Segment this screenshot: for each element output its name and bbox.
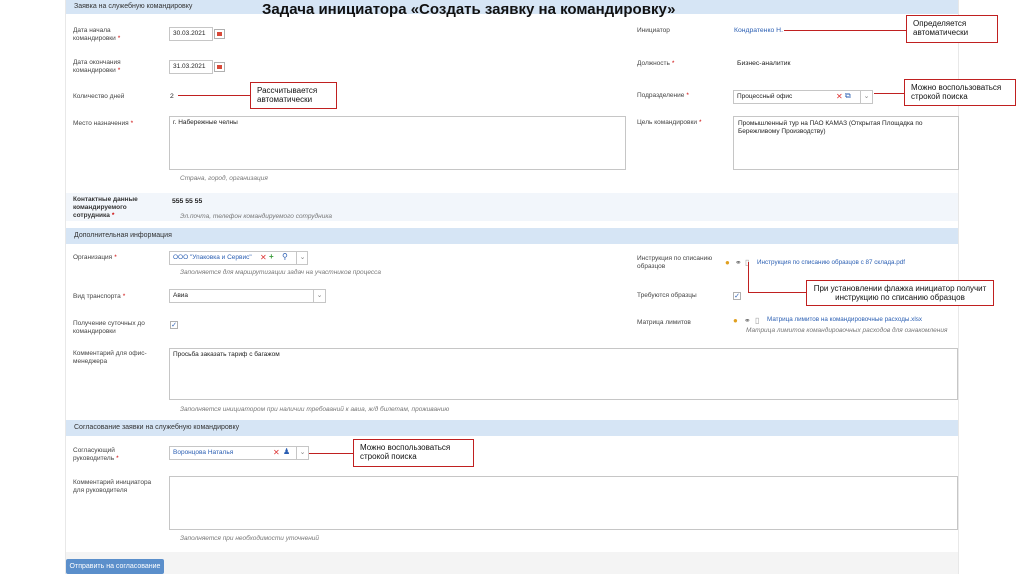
days-value: 2	[170, 93, 174, 100]
callout-auto-initiator: Определяется автоматически	[906, 15, 998, 43]
callout-search-department: Можно воспользоваться строкой поиска	[904, 79, 1016, 106]
start-date-label: Дата начала командировки *	[73, 27, 121, 42]
callout-arrow	[748, 292, 806, 293]
transport-select[interactable]: Авиа	[169, 289, 326, 303]
limits-file-link[interactable]: Матрица лимитов на командировочные расхо…	[767, 316, 922, 323]
samples-label: Требуются образцы	[637, 292, 697, 299]
add-icon[interactable]: +	[269, 252, 274, 261]
section-approval-label: Согласование заявки на служебную команди…	[74, 424, 240, 431]
lock-icon: ●	[733, 316, 738, 325]
clear-icon[interactable]: ✕	[260, 253, 267, 262]
org-label: Организация *	[73, 254, 117, 261]
contacts-value[interactable]: 555 55 55	[172, 198, 202, 205]
per-diem-checkbox[interactable]: ✓	[170, 321, 178, 329]
callout-arrow	[784, 30, 906, 31]
start-date-input[interactable]: 30.03.2021	[169, 27, 213, 41]
per-diem-label: Получение суточных до командировки	[73, 320, 145, 335]
initiator-label: Инициатор	[637, 27, 670, 34]
callout-auto-days: Рассчитывается автоматически	[250, 82, 337, 109]
samples-checkbox[interactable]: ✓	[733, 292, 741, 300]
section-trip-request-label: Заявка на служебную командировку	[74, 3, 193, 10]
user-icon[interactable]: ♟	[283, 447, 290, 456]
search-icon[interactable]: ⚲	[282, 252, 288, 261]
days-label: Количество дней	[73, 93, 125, 100]
org-structure-icon[interactable]: ⧉	[845, 91, 851, 100]
clear-icon[interactable]: ✕	[273, 448, 280, 457]
end-date-input[interactable]: 31.03.2021	[169, 60, 213, 74]
instruction-label: Инструкция по списанию образцов	[637, 255, 713, 270]
office-comment-hint: Заполняется инициатором при наличии треб…	[180, 406, 450, 413]
callout-search-manager: Можно воспользоваться строкой поиска	[353, 439, 474, 467]
transport-label: Вид транспорта *	[73, 293, 126, 300]
initiator-link[interactable]: Кондратенко Н.	[734, 27, 783, 34]
limits-hint: Матрица лимитов командировочных расходов…	[746, 327, 948, 334]
paperclip-icon[interactable]: ⚭	[744, 316, 751, 325]
org-hint: Заполняется для маршрутизации задач на у…	[180, 269, 381, 276]
calendar-icon[interactable]	[214, 29, 225, 39]
limits-label: Матрица лимитов	[637, 319, 691, 326]
destination-label: Место назначения *	[73, 120, 134, 127]
office-comment-textarea[interactable]: Просьба заказать тариф с багажом	[169, 348, 958, 400]
file-icon: ▯	[755, 316, 760, 325]
chevron-down-icon[interactable]: ⌄	[313, 289, 325, 303]
purpose-label: Цель командировки *	[637, 119, 702, 126]
footer-band	[66, 552, 958, 574]
department-select[interactable]: Процессный офис	[733, 90, 873, 104]
section-approval: Согласование заявки на служебную команди…	[66, 420, 958, 436]
chevron-down-icon[interactable]: ⌄	[860, 90, 872, 104]
contacts-hint: Эл.почта, телефон командируемого сотрудн…	[180, 213, 333, 220]
clear-icon[interactable]: ✕	[836, 92, 843, 101]
instruction-file-link[interactable]: Инструкция по списанию образцов с 87 скл…	[757, 259, 905, 266]
office-comment-label: Комментарий для офис-менеджера	[73, 350, 147, 365]
manager-comment-hint: Заполняется при необходимости уточнений	[180, 535, 320, 542]
callout-samples-flag: При установлении флажка инициатор получи…	[806, 280, 994, 306]
manager-label: Согласующий руководитель *	[73, 447, 119, 462]
callout-arrow	[178, 95, 250, 96]
contacts-label: Контактные данные командируемого сотрудн…	[73, 196, 138, 219]
section-additional: Дополнительная информация	[66, 228, 958, 244]
chevron-down-icon[interactable]: ⌄	[296, 251, 308, 265]
destination-textarea[interactable]: г. Набережные челны	[169, 116, 626, 170]
position-value: Бизнес-аналитик	[737, 60, 791, 67]
callout-arrow	[748, 262, 749, 293]
section-additional-label: Дополнительная информация	[74, 232, 172, 239]
manager-comment-label: Комментарий инициатора для руководителя	[73, 479, 152, 494]
callout-arrow	[309, 453, 353, 454]
position-label: Должность *	[637, 60, 675, 67]
destination-hint: Страна, город, организация	[180, 175, 268, 182]
chevron-down-icon[interactable]: ⌄	[296, 446, 308, 460]
purpose-textarea[interactable]: Промышленный тур на ПАО КАМАЗ (Открытая …	[733, 116, 959, 170]
calendar-icon[interactable]	[214, 62, 225, 72]
slide-title: Задача инициатора «Создать заявку на ком…	[262, 1, 676, 18]
end-date-label: Дата окончания командировки *	[73, 59, 121, 74]
department-label: Подразделение *	[637, 92, 689, 99]
lock-icon: ●	[725, 258, 730, 267]
callout-arrow	[874, 93, 904, 94]
submit-button[interactable]: Отправить на согласование	[66, 559, 164, 574]
paperclip-icon[interactable]: ⚭	[735, 258, 742, 267]
manager-comment-textarea[interactable]	[169, 476, 958, 530]
